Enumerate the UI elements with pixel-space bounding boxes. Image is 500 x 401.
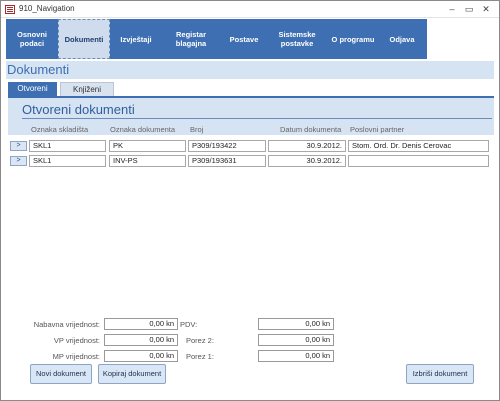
column-header-partner: Poslovni partner (350, 125, 405, 134)
row-dokument-field[interactable]: INV-PS (109, 155, 186, 167)
column-header-skladiste: Oznaka skladišta (31, 125, 89, 134)
row-skladiste-field[interactable]: SKL1 (29, 140, 106, 152)
vp-vrijednost-field[interactable]: 0,00 kn (104, 334, 178, 346)
restore-button[interactable]: ▭ (462, 3, 476, 15)
mp-vrijednost-field[interactable]: 0,00 kn (104, 350, 178, 362)
row-datum-field[interactable]: 30.9.2012. (268, 140, 346, 152)
row-select-button[interactable]: > (10, 141, 27, 151)
window-title: 910_Navigation (19, 4, 75, 13)
close-button[interactable]: ✕ (479, 3, 493, 15)
new-document-button[interactable]: Novi dokument (30, 364, 92, 384)
tab-otvoreni[interactable]: Otvoreni (8, 82, 57, 97)
pdv-label: PDV: (180, 320, 198, 329)
nabavna-vrijednost-label: Nabavna vrijednost: (33, 320, 100, 329)
vp-vrijednost-label: VP vrijednost: (53, 336, 100, 345)
nav-izvjestaji[interactable]: Izvještaji (112, 19, 160, 59)
porez-1-label: Porez 1: (186, 352, 214, 361)
nav-o-programu[interactable]: O programu (326, 19, 380, 59)
porez-1-field[interactable]: 0,00 kn (258, 350, 334, 362)
nav-registar-blagajna[interactable]: Registar blagajna (162, 19, 220, 59)
main-navigation: Osnovni podaci Dokumenti Izvještaji Regi… (6, 19, 427, 59)
porez-2-field[interactable]: 0,00 kn (258, 334, 334, 346)
row-partner-field[interactable]: Stom. Ord. Dr. Denis Cerovac (348, 140, 489, 152)
delete-document-button[interactable]: Izbriši dokument (406, 364, 474, 384)
nav-osnovni-podaci[interactable]: Osnovni podaci (10, 19, 54, 59)
row-skladiste-field[interactable]: SKL1 (29, 155, 106, 167)
tab-knjizeni[interactable]: Knjiženi (60, 82, 114, 97)
column-header-datum: Datum dokumenta (280, 125, 342, 134)
nabavna-vrijednost-field[interactable]: 0,00 kn (104, 318, 178, 330)
nav-dokumenti[interactable]: Dokumenti (58, 19, 110, 59)
row-dokument-field[interactable]: PK (109, 140, 186, 152)
row-broj-field[interactable]: P309/193631 (188, 155, 266, 167)
nav-sistemske-postavke[interactable]: Sistemske postavke (268, 19, 326, 59)
porez-2-label: Porez 2: (186, 336, 214, 345)
row-partner-field[interactable] (348, 155, 489, 167)
nav-odjava[interactable]: Odjava (380, 19, 424, 59)
column-header-broj: Broj (190, 125, 204, 134)
panel-title: Otvoreni dokumenti (22, 102, 135, 117)
form-icon (5, 5, 15, 14)
page-title: Dokumenti (6, 61, 494, 79)
copy-document-button[interactable]: Kopiraj dokument (98, 364, 166, 384)
row-broj-field[interactable]: P309/193422 (188, 140, 266, 152)
mp-vrijednost-label: MP vrijednost: (52, 352, 100, 361)
nav-postave[interactable]: Postave (220, 19, 268, 59)
title-bar: 910_Navigation – ▭ ✕ (1, 1, 499, 18)
minimize-button[interactable]: – (445, 3, 459, 15)
row-datum-field[interactable]: 30.9.2012. (268, 155, 346, 167)
row-select-button[interactable]: > (10, 156, 27, 166)
column-header-dokument: Oznaka dokumenta (110, 125, 176, 134)
pdv-field[interactable]: 0,00 kn (258, 318, 334, 330)
panel-divider (22, 118, 492, 119)
